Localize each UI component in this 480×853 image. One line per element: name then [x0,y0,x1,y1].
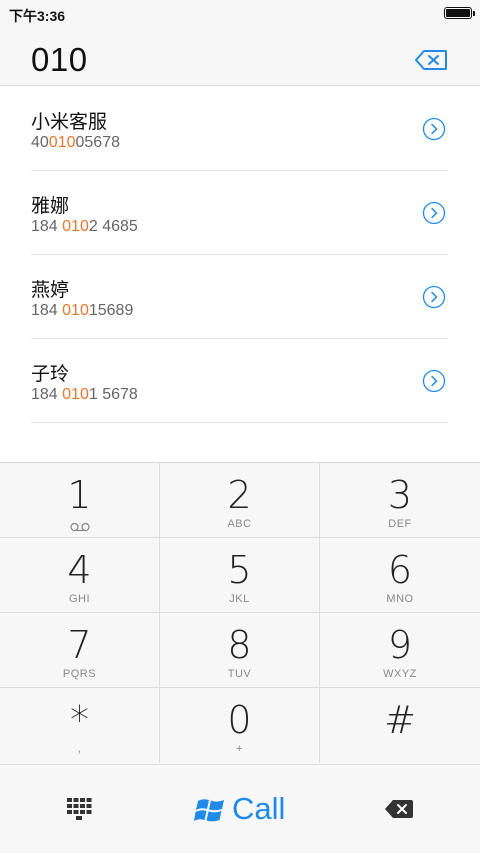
key-3[interactable]: 3 DEF [320,463,480,538]
contact-row[interactable]: 小米客服 4001005678 [31,87,448,171]
key-9[interactable]: 9 WXYZ [320,613,480,688]
contact-row[interactable]: 雅娜 184 0102 4685 [31,171,448,255]
contact-name: 子玲 [31,364,70,385]
battery-icon [444,7,475,19]
key-0[interactable]: 0 + [160,688,320,763]
voicemail-icon [69,519,91,532]
contact-number: 184 01015689 [31,302,134,319]
number-input-bar: 010 [0,28,480,86]
contact-name: 燕婷 [31,280,70,301]
contact-number: 4001005678 [31,134,120,151]
status-bar: 下午3:36 [0,0,480,28]
contact-name: 小米客服 [31,112,108,133]
key-1[interactable]: 1 [0,463,160,538]
key-hash[interactable]: # [320,688,480,763]
key-star[interactable]: * , [0,688,160,763]
dialed-number[interactable]: 010 [31,41,88,79]
contact-number: 184 0102 4685 [31,218,138,235]
contact-name: 雅娜 [31,196,70,217]
call-button[interactable]: Call [190,787,290,831]
key-6[interactable]: 6 MNO [320,538,480,613]
backspace-icon[interactable] [414,49,448,71]
key-8[interactable]: 8 TUV [160,613,320,688]
key-7[interactable]: 7 PQRS [0,613,160,688]
key-5[interactable]: 5 JKL [160,538,320,613]
chevron-circle-right-icon[interactable] [422,369,446,393]
contact-row[interactable]: 子玲 184 0101 5678 [31,339,448,423]
contact-row[interactable]: 燕婷 184 01015689 [31,255,448,339]
backspace-icon[interactable] [384,799,414,819]
dial-keypad: 1 2 ABC 3 DEF 4 GHI 5 JKL 6 MNO 7 PQRS 8… [0,462,480,764]
chevron-circle-right-icon[interactable] [422,201,446,225]
key-4[interactable]: 4 GHI [0,538,160,613]
status-time: 下午3:36 [9,8,66,24]
call-label: Call [232,791,286,826]
keypad-grid-icon[interactable] [66,797,92,821]
chevron-circle-right-icon[interactable] [422,285,446,309]
key-2[interactable]: 2 ABC [160,463,320,538]
contact-list: 小米客服 4001005678 雅娜 184 0102 4685 燕婷 184 … [0,87,480,423]
bottom-action-bar: Call [0,764,480,853]
chevron-circle-right-icon[interactable] [422,117,446,141]
contact-number: 184 0101 5678 [31,386,138,403]
windows-logo-icon [194,795,230,825]
